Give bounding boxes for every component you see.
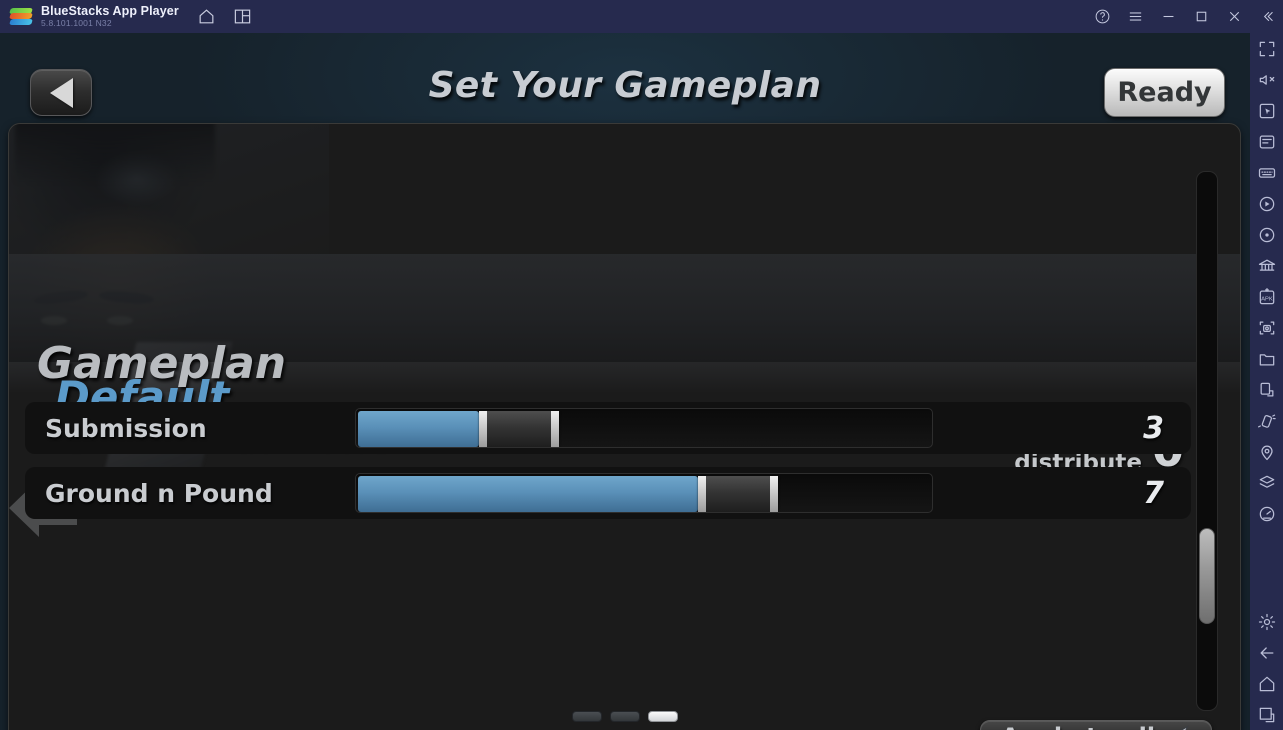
home-icon[interactable]	[197, 7, 217, 27]
minimize-icon[interactable]	[1152, 0, 1185, 33]
scrollbar-thumb[interactable]	[1199, 528, 1215, 624]
attribute-label: Ground n Pound	[45, 478, 273, 508]
bluestacks-window: BlueStacks App Player 5.8.101.1001 N32 S…	[0, 0, 1283, 730]
location-icon[interactable]	[1250, 436, 1283, 467]
install-apk-icon[interactable]: APK	[1250, 281, 1283, 312]
attribute-slider[interactable]	[355, 473, 933, 513]
collapse-sidebar-icon[interactable]	[1251, 0, 1283, 33]
fullscreen-icon[interactable]	[1250, 33, 1283, 64]
svg-text:APK: APK	[1261, 296, 1273, 302]
pagination	[0, 711, 1250, 722]
screenshot-record-icon[interactable]	[1250, 219, 1283, 250]
portrait-hair	[15, 124, 215, 184]
gameplan-panel: Gameplan Default Ground Attack Focus Lef…	[8, 123, 1241, 730]
shake-icon[interactable]	[1250, 405, 1283, 436]
bluestacks-logo-icon	[9, 7, 33, 27]
home-icon[interactable]	[1250, 668, 1283, 699]
attribute-row: Submission 3	[25, 402, 1191, 454]
attribute-list: Submission 3 Ground n Pound 7	[25, 402, 1191, 532]
settings-gear-icon[interactable]	[1250, 606, 1283, 637]
window-controls	[1086, 0, 1283, 33]
game-header: Set Your Gameplan Ready	[0, 33, 1250, 121]
help-icon[interactable]	[1086, 0, 1119, 33]
performance-icon[interactable]	[1250, 498, 1283, 529]
screenshot-icon[interactable]	[1250, 312, 1283, 343]
app-version: 5.8.101.1001 N32	[41, 18, 112, 28]
slider-fill	[358, 476, 698, 512]
attribute-value: 7	[1143, 475, 1164, 511]
page-title: Set Your Gameplan	[428, 65, 822, 106]
vertical-scrollbar[interactable]	[1196, 171, 1218, 711]
attribute-label: Submission	[45, 413, 207, 443]
attribute-value: 3	[1143, 410, 1164, 446]
slider-fill	[358, 411, 479, 447]
eco-mode-icon[interactable]	[1250, 250, 1283, 281]
video-record-icon[interactable]	[1250, 188, 1283, 219]
menu-icon[interactable]	[1119, 0, 1152, 33]
gameplan-heading-group: Gameplan Default Ground Attack Focus	[9, 252, 709, 452]
screen-record-icon[interactable]	[1250, 126, 1283, 157]
maximize-icon[interactable]	[1185, 0, 1218, 33]
cursor-icon[interactable]	[1250, 95, 1283, 126]
game-viewport: Set Your Gameplan Ready Gameplan Default…	[0, 33, 1250, 730]
pagination-dot[interactable]	[572, 711, 602, 722]
attribute-row: Ground n Pound 7	[25, 467, 1191, 519]
pagination-dot[interactable]	[648, 711, 678, 722]
bluestacks-sidebar: APK	[1250, 33, 1283, 730]
multi-layer-icon[interactable]	[1250, 467, 1283, 498]
copy-to-instance-icon[interactable]	[1250, 374, 1283, 405]
close-icon[interactable]	[1218, 0, 1251, 33]
media-manager-icon[interactable]	[1250, 343, 1283, 374]
keyboard-controls-icon[interactable]	[1250, 157, 1283, 188]
mute-icon[interactable]	[1250, 64, 1283, 95]
ready-button[interactable]: Ready	[1104, 68, 1225, 117]
cursor-pointer-icon	[1180, 725, 1189, 730]
titlebar: BlueStacks App Player 5.8.101.1001 N32	[0, 0, 1283, 33]
multi-instance-icon[interactable]	[233, 7, 253, 27]
recents-icon[interactable]	[1250, 699, 1283, 730]
app-identity: BlueStacks App Player 5.8.101.1001 N32	[41, 4, 179, 29]
titlebar-nav	[197, 7, 253, 27]
slider-knob[interactable]	[478, 411, 559, 447]
apply-to-all-label: Apply to all	[1001, 723, 1155, 730]
attribute-slider[interactable]	[355, 408, 933, 448]
back-arrow-icon[interactable]	[1250, 637, 1283, 668]
app-title: BlueStacks App Player	[41, 4, 179, 18]
slider-knob[interactable]	[697, 476, 778, 512]
pagination-dot[interactable]	[610, 711, 640, 722]
